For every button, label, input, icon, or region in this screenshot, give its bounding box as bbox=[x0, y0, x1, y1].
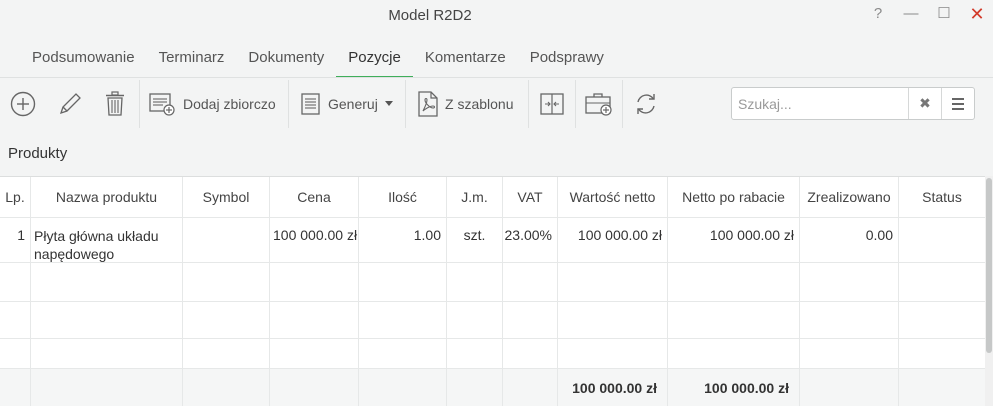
add-button[interactable] bbox=[10, 84, 36, 124]
cell-net-after-discount: 100 000.00 zł bbox=[668, 218, 800, 262]
pencil-icon bbox=[59, 93, 81, 115]
tab-dokumenty[interactable]: Dokumenty bbox=[236, 40, 336, 78]
pdf-icon bbox=[418, 91, 438, 117]
column-header-unit[interactable]: J.m. bbox=[447, 177, 503, 217]
cell-quantity: 1.00 bbox=[359, 218, 447, 262]
column-header-price[interactable]: Cena bbox=[270, 177, 359, 217]
maximize-icon[interactable]: ☐ bbox=[933, 4, 955, 26]
from-template-label: Z szablonu bbox=[445, 96, 514, 112]
tabs-divider bbox=[0, 77, 993, 78]
tab-pozycje[interactable]: Pozycje bbox=[336, 40, 413, 78]
column-header-net[interactable]: Wartość netto bbox=[558, 177, 668, 217]
minimize-icon[interactable]: — bbox=[900, 4, 922, 26]
column-header-symbol[interactable]: Symbol bbox=[183, 177, 270, 217]
toolbar-separator bbox=[575, 80, 576, 128]
scrollbar-thumb[interactable] bbox=[986, 178, 992, 353]
cell-lp: 1 bbox=[0, 218, 31, 262]
x-icon[interactable]: ✖ bbox=[908, 88, 941, 119]
refresh-button[interactable] bbox=[634, 84, 658, 124]
products-table: Lp. Nazwa produktu Symbol Cena Ilość J.m… bbox=[0, 176, 985, 406]
table-row-empty bbox=[0, 263, 985, 302]
split-icon bbox=[540, 93, 564, 115]
title-bar: Model R2D2 ? — ☐ ✕ bbox=[0, 0, 993, 32]
plus-circle-icon bbox=[10, 91, 36, 117]
split-button[interactable] bbox=[540, 84, 564, 124]
toolbar-separator bbox=[622, 80, 623, 128]
column-header-realized[interactable]: Zrealizowano bbox=[800, 177, 899, 217]
cell-status bbox=[899, 218, 985, 262]
briefcase-add-button[interactable] bbox=[585, 84, 613, 124]
delete-button[interactable] bbox=[103, 84, 127, 124]
table-header: Lp. Nazwa produktu Symbol Cena Ilość J.m… bbox=[0, 177, 985, 218]
cell-unit: szt. bbox=[447, 218, 503, 262]
cell-price: 100 000.00 zł bbox=[270, 218, 359, 262]
tab-terminarz[interactable]: Terminarz bbox=[147, 40, 237, 78]
toolbar-separator bbox=[288, 80, 289, 128]
table-row-empty bbox=[0, 339, 985, 369]
table-row-empty bbox=[0, 302, 985, 339]
list-add-icon bbox=[149, 93, 175, 116]
caret-down-icon bbox=[384, 101, 393, 106]
trash-icon bbox=[106, 91, 124, 116]
search-input[interactable] bbox=[732, 88, 908, 119]
from-template-button[interactable]: Z szablonu bbox=[417, 84, 513, 124]
window-title: Model R2D2 bbox=[388, 7, 472, 24]
table-footer-totals: 100 000.00 zł 100 000.00 zł bbox=[0, 369, 985, 406]
column-header-vat[interactable]: VAT bbox=[503, 177, 558, 217]
tab-podsprawy[interactable]: Podsprawy bbox=[518, 40, 616, 78]
tab-podsumowanie[interactable]: Podsumowanie bbox=[20, 40, 147, 78]
cell-symbol bbox=[183, 218, 270, 262]
tab-komentarze[interactable]: Komentarze bbox=[413, 40, 518, 78]
help-icon[interactable]: ? bbox=[867, 4, 889, 26]
tab-bar: Podsumowanie Terminarz Dokumenty Pozycje… bbox=[20, 40, 616, 78]
generate-label: Generuj bbox=[328, 96, 378, 112]
document-list-icon bbox=[301, 93, 320, 115]
close-icon[interactable]: ✕ bbox=[966, 4, 988, 26]
refresh-icon bbox=[637, 94, 655, 114]
vertical-scrollbar[interactable] bbox=[985, 176, 993, 406]
section-title: Produkty bbox=[8, 145, 68, 162]
column-header-lp[interactable]: Lp. bbox=[0, 177, 31, 217]
column-header-status[interactable]: Status bbox=[899, 177, 985, 217]
bulk-add-button[interactable]: Dodaj zbiorczo bbox=[149, 84, 276, 124]
toolbar-separator bbox=[139, 80, 140, 128]
cell-realized: 0.00 bbox=[800, 218, 899, 262]
total-net: 100 000.00 zł bbox=[558, 369, 668, 406]
cell-net: 100 000.00 zł bbox=[558, 218, 668, 262]
toolbar-separator bbox=[405, 80, 406, 128]
column-header-quantity[interactable]: Ilość bbox=[359, 177, 447, 217]
menu-icon[interactable] bbox=[941, 88, 974, 119]
cell-name: Płyta główna układu napędowego bbox=[31, 218, 183, 262]
bulk-add-label: Dodaj zbiorczo bbox=[183, 96, 276, 112]
column-header-name[interactable]: Nazwa produktu bbox=[31, 177, 183, 217]
cell-vat: 23.00% bbox=[503, 218, 558, 262]
total-net-after-discount: 100 000.00 zł bbox=[668, 369, 800, 406]
table-row[interactable]: 1 Płyta główna układu napędowego 100 000… bbox=[0, 218, 985, 263]
column-header-net-after-discount[interactable]: Netto po rabacie bbox=[668, 177, 800, 217]
edit-button[interactable] bbox=[57, 84, 83, 124]
search-box: ✖ bbox=[731, 87, 975, 120]
briefcase-add-icon bbox=[585, 93, 612, 116]
toolbar-separator bbox=[528, 80, 529, 128]
generate-dropdown[interactable]: Generuj bbox=[300, 84, 394, 124]
